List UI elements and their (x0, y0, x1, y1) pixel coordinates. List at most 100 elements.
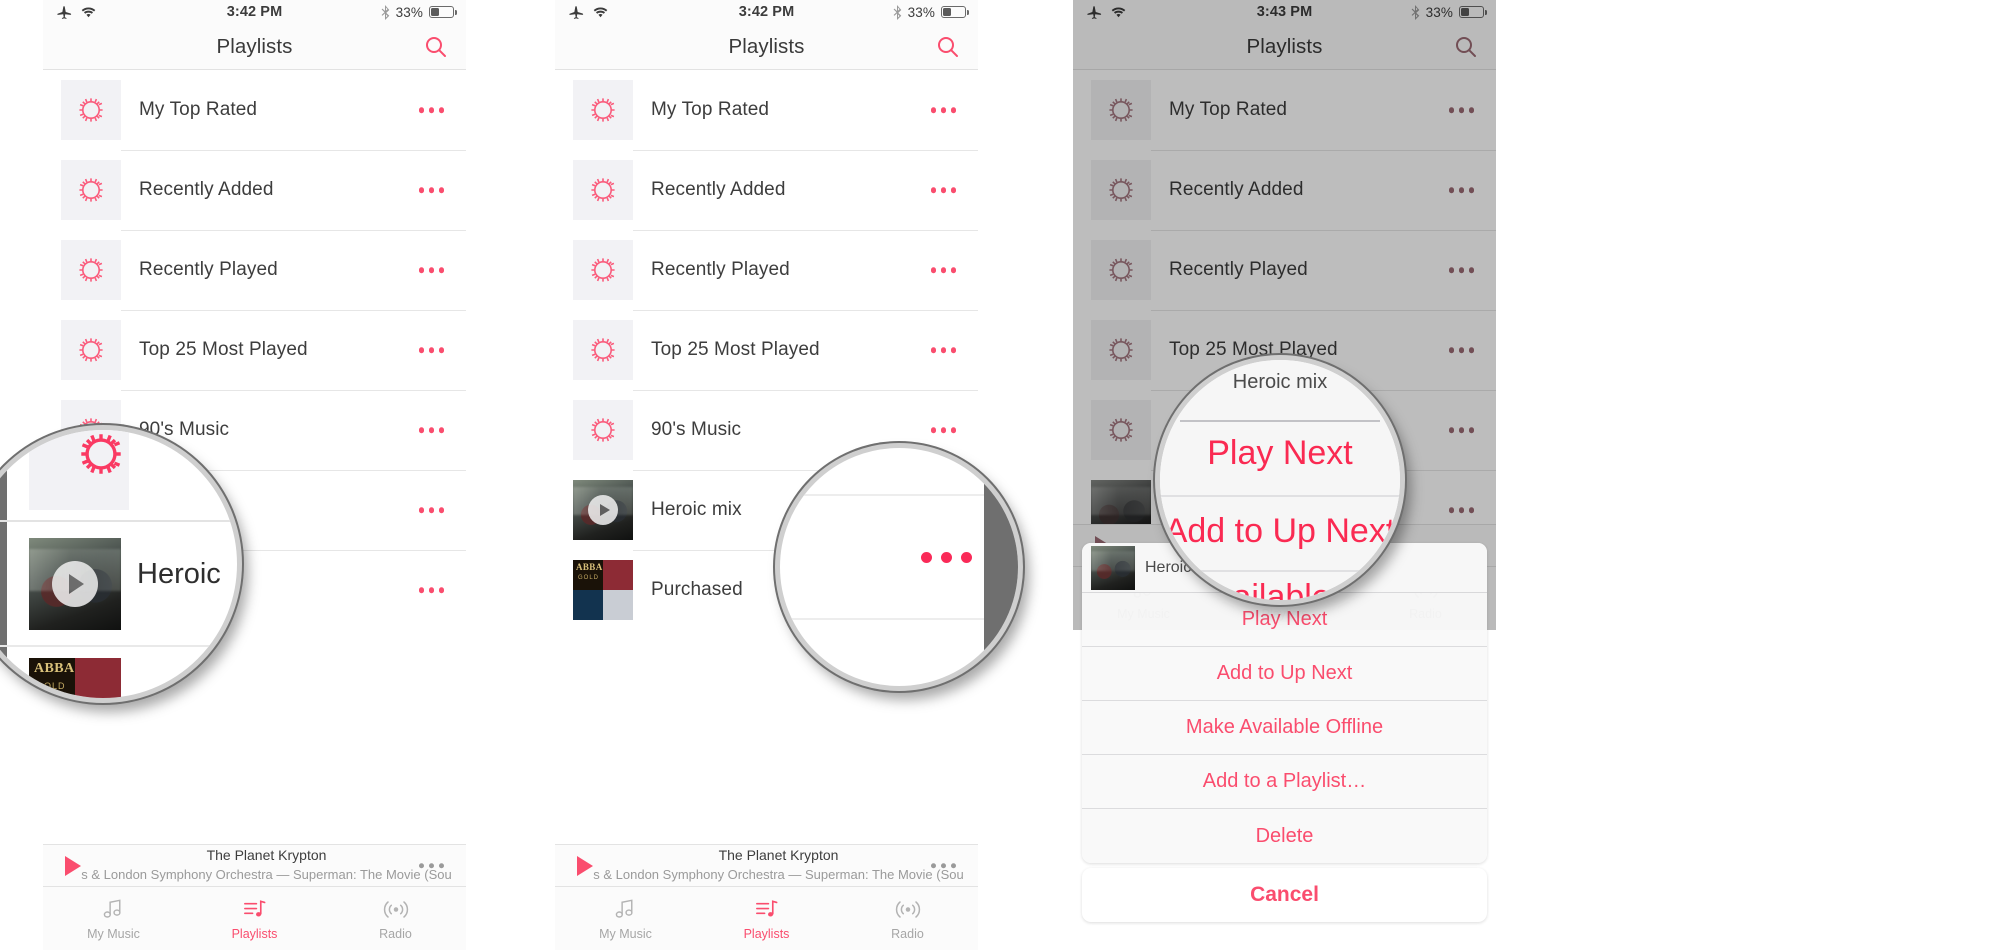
list-item[interactable]: Recently Added (43, 150, 466, 230)
list-item[interactable]: My Top Rated (43, 70, 466, 150)
list-item-label: My Top Rated (1169, 99, 1288, 120)
search-icon[interactable] (936, 35, 960, 59)
list-divider (0, 520, 237, 522)
more-dots-icon[interactable] (930, 347, 956, 353)
list-item[interactable]: Recently Played (555, 230, 978, 310)
playlist-thumb (1091, 160, 1151, 220)
now-playing-title: The Planet Krypton (206, 847, 327, 864)
gear-icon (71, 170, 111, 210)
action-delete[interactable]: Delete (1082, 809, 1487, 863)
action-add-to-up-next[interactable]: Add to Up Next (1160, 512, 1400, 551)
playlist-thumb (1091, 400, 1151, 460)
magnifier-shadow-edge (0, 430, 7, 698)
sheet-divider (1160, 495, 1400, 497)
gear-icon (583, 90, 623, 130)
list-item[interactable]: My Top Rated (1073, 70, 1496, 150)
now-playing-text: The Planet Krypton s & London Symphony O… (579, 847, 978, 884)
list-item-label: Recently Added (651, 179, 786, 200)
more-dots-icon[interactable] (930, 187, 956, 193)
play-icon[interactable] (588, 495, 618, 525)
playlist-thumb (1091, 80, 1151, 140)
more-dots-icon[interactable] (1448, 507, 1474, 513)
more-dots-icon[interactable] (930, 862, 956, 869)
list-item[interactable]: Top 25 Most Played (555, 310, 978, 390)
list-item[interactable]: My Top Rated (555, 70, 978, 150)
list-item-label: Top 25 Most Played (139, 339, 308, 360)
play-icon[interactable] (52, 561, 98, 607)
list-item[interactable]: Recently Added (1073, 150, 1496, 230)
more-dots-icon[interactable] (418, 507, 444, 513)
gear-icon (583, 170, 623, 210)
tab-radio[interactable]: Radio (837, 896, 978, 941)
more-dots-icon[interactable] (930, 267, 956, 273)
playlist-thumb (61, 160, 121, 220)
list-item[interactable]: Recently Played (1073, 230, 1496, 310)
tab-playlists[interactable]: Playlists (184, 896, 325, 941)
list-item-label: Recently Added (1169, 179, 1304, 200)
playlist-thumb (573, 160, 633, 220)
playlist-thumb: ABBA GOLD (573, 560, 633, 620)
gear-icon (583, 250, 623, 290)
magnifier-shadow-edge (984, 448, 1018, 686)
gear-icon (583, 330, 623, 370)
now-playing-text: The Planet Krypton s & London Symphony O… (67, 847, 466, 884)
playlist-thumb (61, 80, 121, 140)
more-dots-icon[interactable] (418, 267, 444, 273)
status-left-icons (1073, 5, 1127, 20)
tab-label: Radio (379, 927, 412, 941)
more-dots-icon[interactable] (418, 427, 444, 433)
battery-percent: 33% (395, 4, 423, 20)
action-make-available-offline[interactable]: Make Available Offline (1082, 701, 1487, 755)
search-icon[interactable] (424, 35, 448, 59)
list-item-label: Recently Played (1169, 259, 1308, 280)
gold-label: GOLD (578, 575, 600, 581)
tab-radio[interactable]: Radio (325, 896, 466, 941)
gear-icon (71, 250, 111, 290)
more-dots-icon[interactable] (418, 107, 444, 113)
playlist-thumb (1091, 240, 1151, 300)
playlist-thumb (1091, 320, 1151, 380)
more-dots-icon[interactable] (418, 347, 444, 353)
tab-my-music[interactable]: My Music (43, 896, 184, 941)
search-icon[interactable] (1454, 35, 1478, 59)
list-item-label: My Top Rated (139, 99, 258, 120)
nav-bar: Playlists (1073, 24, 1496, 70)
more-dots-icon[interactable] (418, 862, 444, 869)
playlist-thumb (573, 400, 633, 460)
list-item[interactable]: Recently Added (555, 150, 978, 230)
playlist-thumb (573, 320, 633, 380)
screenshot-stage: 3:42 PM 33% Playlists My Top Rated Recen… (0, 0, 2002, 950)
action-add-to-up-next[interactable]: Add to Up Next (1082, 647, 1487, 701)
airplane-icon (1087, 5, 1102, 20)
now-playing-bar[interactable]: The Planet Krypton s & London Symphony O… (555, 844, 978, 887)
list-item[interactable]: Top 25 Most Played (43, 310, 466, 390)
more-dots-icon[interactable] (1448, 267, 1474, 273)
list-item[interactable]: Recently Played (43, 230, 466, 310)
list-item-label: Top 25 Most Played (651, 339, 820, 360)
page-title: Playlists (216, 34, 293, 58)
more-dots-icon[interactable] (418, 187, 444, 193)
more-dots-icon[interactable] (921, 552, 972, 563)
now-playing-bar[interactable]: The Planet Krypton s & London Symphony O… (43, 844, 466, 887)
more-dots-icon[interactable] (930, 427, 956, 433)
sheet-divider (1180, 420, 1380, 422)
more-dots-icon[interactable] (1448, 187, 1474, 193)
magnifier-callout-action-sheet: Heroic mix Play Next Add to Up Next Avai… (1155, 355, 1405, 605)
heroic-mix-artwork (1091, 545, 1135, 590)
more-dots-icon[interactable] (418, 587, 444, 593)
more-dots-icon[interactable] (1448, 347, 1474, 353)
page-title: Playlists (728, 34, 805, 58)
action-add-to-a-playlist[interactable]: Add to a Playlist… (1082, 755, 1487, 809)
status-bar: 3:43 PM 33% (1073, 0, 1496, 24)
cancel-button[interactable]: Cancel (1082, 868, 1487, 922)
tab-label: Radio (891, 927, 924, 941)
gear-icon (1101, 90, 1141, 130)
airplane-icon (569, 5, 584, 20)
more-dots-icon[interactable] (1448, 427, 1474, 433)
more-dots-icon[interactable] (1448, 107, 1474, 113)
action-play-next[interactable]: Play Next (1160, 434, 1400, 473)
wifi-icon (592, 5, 609, 19)
tab-playlists[interactable]: Playlists (696, 896, 837, 941)
tab-my-music[interactable]: My Music (555, 896, 696, 941)
more-dots-icon[interactable] (930, 107, 956, 113)
